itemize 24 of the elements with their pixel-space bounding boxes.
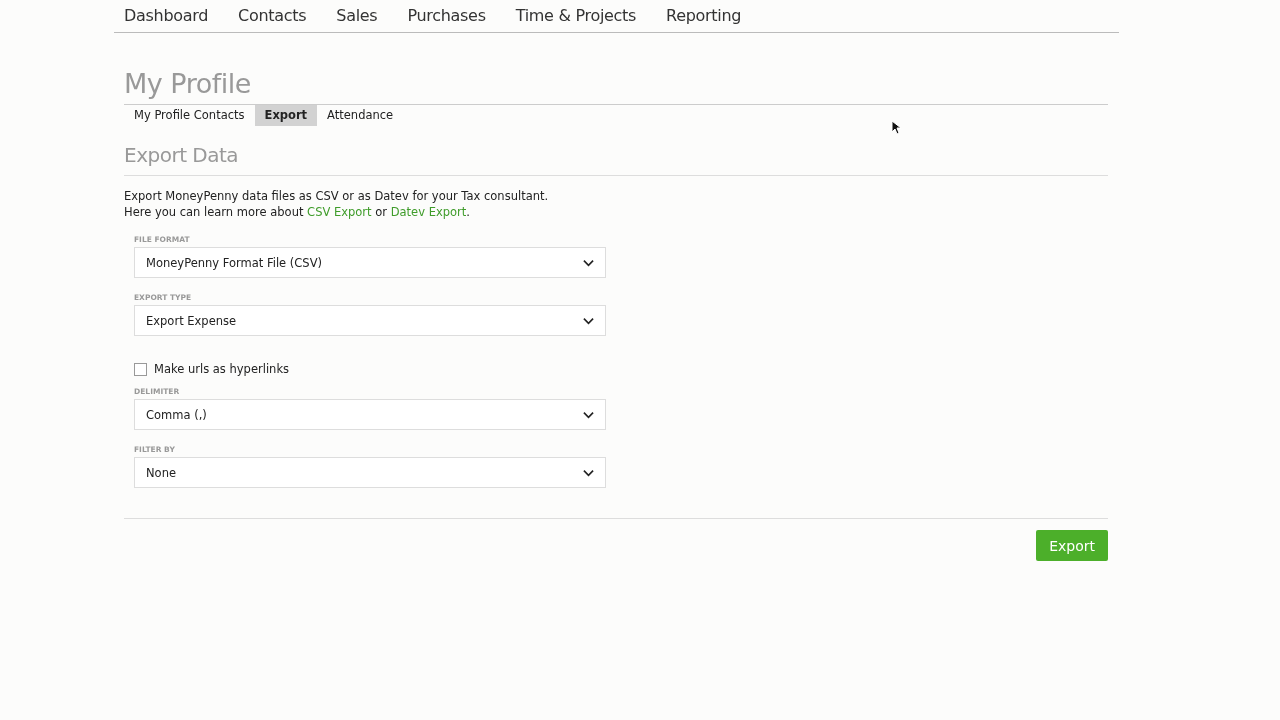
- chevron-down-icon: [583, 468, 594, 477]
- mouse-pointer-icon: [891, 120, 901, 135]
- nav-link[interactable]: Contacts: [238, 0, 307, 32]
- chevron-down-icon: [583, 258, 594, 267]
- section-title: Export Data: [124, 126, 1108, 176]
- tab[interactable]: Attendance: [317, 105, 404, 126]
- checkbox-label: Make urls as hyperlinks: [154, 362, 290, 376]
- page-title: My Profile: [124, 33, 1108, 105]
- nav-link[interactable]: Time & Projects: [515, 0, 637, 32]
- chevron-down-icon: [583, 410, 594, 419]
- tab[interactable]: My Profile Contacts: [124, 105, 255, 126]
- dropdown[interactable]: Export Expense: [134, 305, 606, 336]
- chevron-down-icon: [583, 316, 594, 325]
- nav-link[interactable]: Purchases: [407, 0, 486, 32]
- checkbox[interactable]: [134, 362, 147, 376]
- nav-link[interactable]: Sales: [336, 0, 378, 32]
- nav-link[interactable]: Reporting: [666, 0, 742, 32]
- dropdown[interactable]: None: [134, 457, 606, 488]
- dropdown[interactable]: Comma (,): [134, 399, 606, 430]
- tab[interactable]: Export: [254, 105, 318, 126]
- intro-text: Export MoneyPenny data files as CSV or as Datev for your Tax consultant. Here you can learn more about CSV Export or Datev Export.: [124, 188, 550, 220]
- nav-link[interactable]: Dashboard: [124, 0, 209, 32]
- dropdown[interactable]: MoneyPenny Format File (CSV): [134, 247, 606, 278]
- csv-export-link[interactable]: CSV Export: [307, 205, 372, 219]
